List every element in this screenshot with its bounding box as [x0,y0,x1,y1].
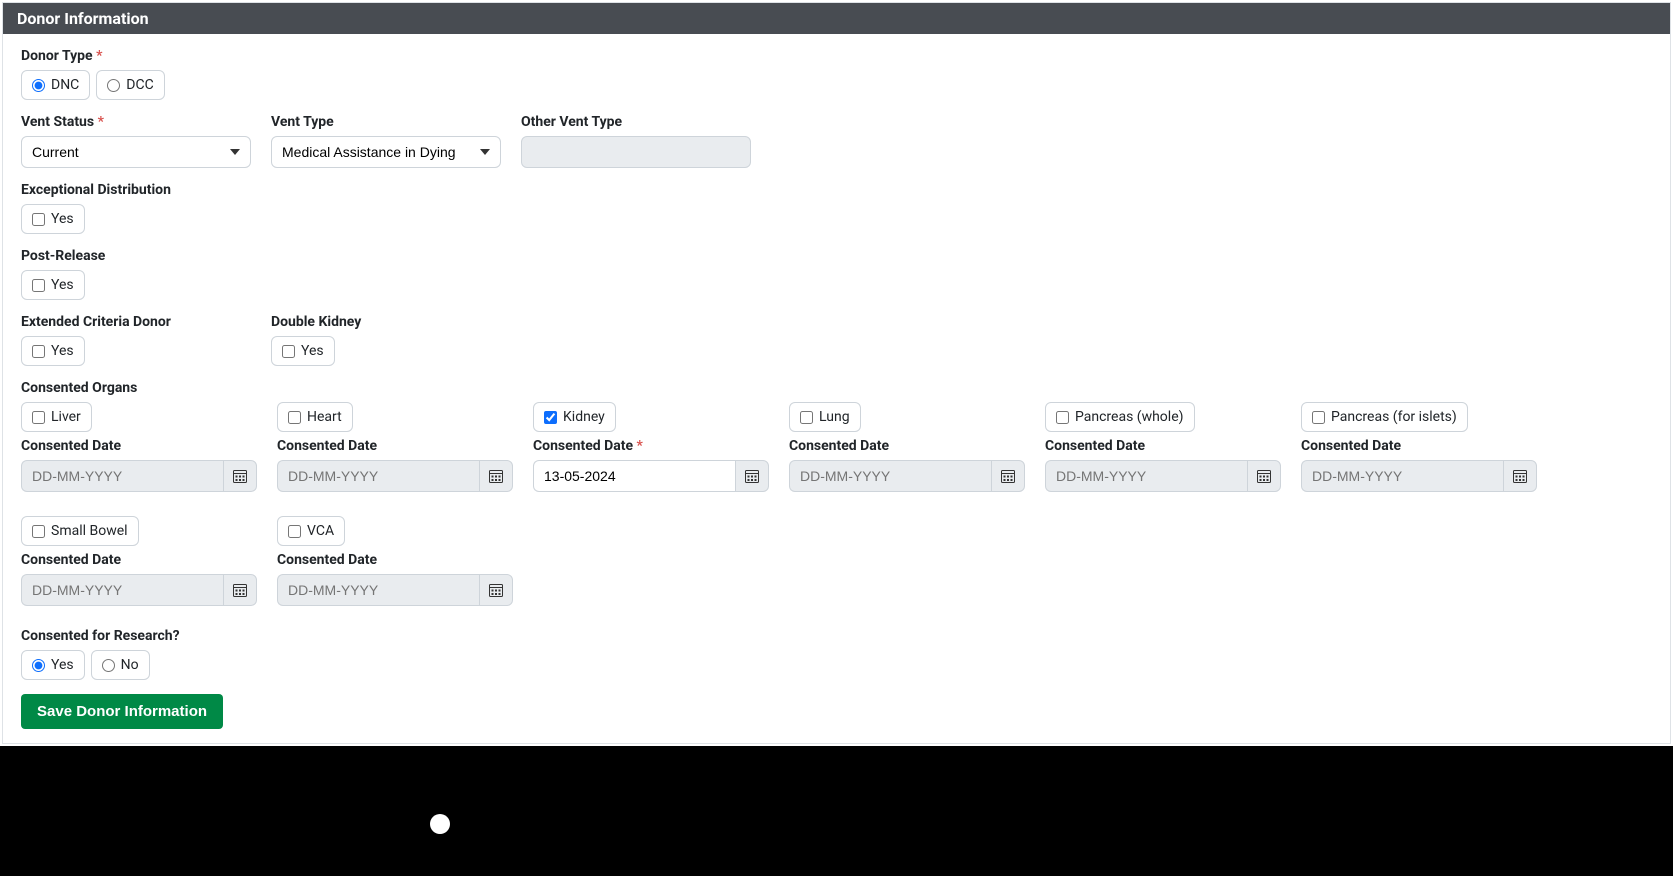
calendar-icon[interactable] [223,574,257,606]
extended-criteria-label: Extended Criteria Donor [21,314,251,330]
organ-checkbox-heart[interactable]: Heart [277,402,353,432]
calendar-icon[interactable] [735,460,769,492]
post-release-label: Post-Release [21,248,251,264]
post-release-yes[interactable]: Yes [21,270,85,300]
calendar-icon[interactable] [1247,460,1281,492]
donor-type-dcc[interactable]: DCC [96,70,164,100]
consented-date-label: Consented Date * [533,438,769,454]
organ-checkbox-pancreas-whole-[interactable]: Pancreas (whole) [1045,402,1195,432]
exceptional-distribution-yes[interactable]: Yes [21,204,85,234]
consented-date-input[interactable] [1045,460,1247,492]
consented-research-group: YesNo [21,650,150,680]
consented-date-input[interactable] [277,460,479,492]
consented-research-yes[interactable]: Yes [21,650,85,680]
calendar-icon[interactable] [479,460,513,492]
consented-date-label: Consented Date [789,438,1025,454]
vent-status-label: Vent Status * [21,114,251,130]
consented-date-label: Consented Date [21,552,257,568]
consented-date-input[interactable] [789,460,991,492]
consented-research-no[interactable]: No [91,650,150,680]
calendar-icon[interactable] [991,460,1025,492]
consented-date-label: Consented Date [277,552,513,568]
consented-date-label: Consented Date [1301,438,1537,454]
organ-block-pancreas-whole-: Pancreas (whole) Consented Date [1045,402,1281,492]
calendar-icon[interactable] [1503,460,1537,492]
consented-date-label: Consented Date [21,438,257,454]
organ-block-small-bowel: Small Bowel Consented Date [21,516,257,606]
vent-type-select[interactable]: Medical Assistance in Dying [271,136,501,168]
calendar-icon[interactable] [479,574,513,606]
extended-criteria-yes[interactable]: Yes [21,336,85,366]
organ-block-vca: VCA Consented Date [277,516,513,606]
organ-block-liver: Liver Consented Date [21,402,257,492]
double-kidney-label: Double Kidney [271,314,501,330]
consented-date-input[interactable] [277,574,479,606]
organ-block-kidney: Kidney Consented Date * [533,402,769,492]
consented-organs-label: Consented Organs [21,380,1652,396]
donor-type-group: DNCDCC [21,70,165,100]
calendar-icon[interactable] [223,460,257,492]
white-dot [430,814,450,834]
consented-date-input[interactable] [1301,460,1503,492]
organ-block-lung: Lung Consented Date [789,402,1025,492]
consented-date-input[interactable] [21,574,223,606]
other-vent-type-label: Other Vent Type [521,114,751,130]
donor-info-panel: Donor Information Donor Type * DNCDCC Ve… [2,2,1671,744]
organ-checkbox-vca[interactable]: VCA [277,516,345,546]
organ-checkbox-pancreas-for-islets-[interactable]: Pancreas (for islets) [1301,402,1468,432]
organ-checkbox-small-bowel[interactable]: Small Bowel [21,516,139,546]
consented-date-label: Consented Date [1045,438,1281,454]
vent-type-label: Vent Type [271,114,501,130]
save-button[interactable]: Save Donor Information [21,694,223,729]
consented-date-label: Consented Date [277,438,513,454]
double-kidney-yes[interactable]: Yes [271,336,335,366]
organ-checkbox-lung[interactable]: Lung [789,402,861,432]
consented-organs-grid: Liver Consented Date Heart Consented Date Ki… [21,402,1652,624]
consented-date-input[interactable] [21,460,223,492]
exceptional-distribution-label: Exceptional Distribution [21,182,251,198]
consented-research-label: Consented for Research? [21,628,251,644]
footer-black-bar [0,746,1673,876]
organ-block-pancreas-for-islets-: Pancreas (for islets) Consented Date [1301,402,1537,492]
organ-checkbox-kidney[interactable]: Kidney [533,402,616,432]
consented-date-input[interactable] [533,460,735,492]
panel-title: Donor Information [3,3,1670,34]
organ-checkbox-liver[interactable]: Liver [21,402,92,432]
donor-type-label: Donor Type * [21,48,251,64]
donor-type-dnc[interactable]: DNC [21,70,90,100]
vent-status-select[interactable]: Current [21,136,251,168]
organ-block-heart: Heart Consented Date [277,402,513,492]
other-vent-type-input [521,136,751,168]
